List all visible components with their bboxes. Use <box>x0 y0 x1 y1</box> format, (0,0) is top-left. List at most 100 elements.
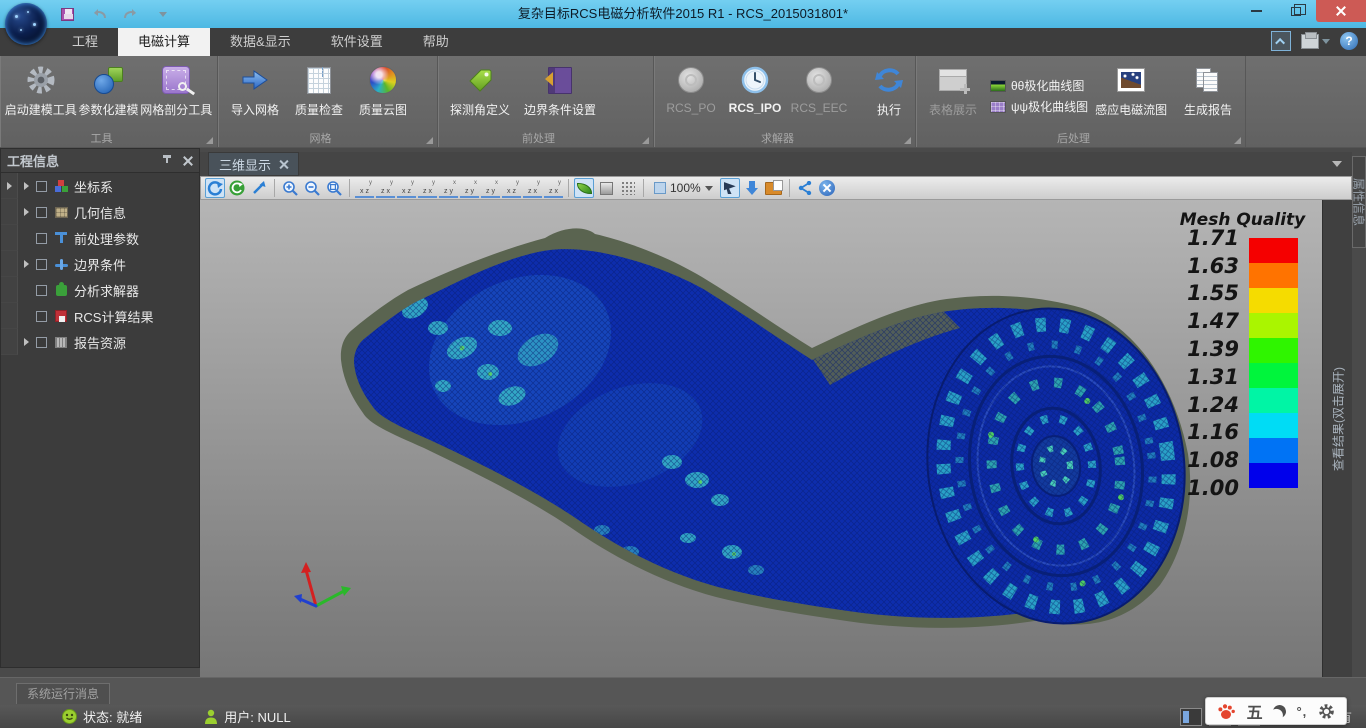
divider <box>274 179 275 197</box>
share-view-button[interactable] <box>795 178 815 198</box>
tab-help[interactable]: 帮助 <box>403 28 469 56</box>
viewport-3d[interactable]: Mesh Quality 1.71 1.63 1.55 1.47 1.39 1.… <box>200 200 1322 677</box>
probe-angle-define-button[interactable]: 探测角定义 <box>444 60 516 120</box>
induced-current-map-button[interactable]: 感应电磁流图 <box>1094 60 1168 120</box>
expand-icon[interactable] <box>24 208 29 216</box>
mesh-partition-tool-button[interactable]: 网格剖分工具 <box>142 60 212 120</box>
view-preset-4-button[interactable]: yz x <box>418 179 437 198</box>
expand-icon[interactable] <box>24 182 29 190</box>
tree-item-geometry-info[interactable]: 几何信息 <box>1 199 199 225</box>
checkbox[interactable] <box>36 259 47 270</box>
ime-logo-paw-icon[interactable] <box>1217 703 1236 720</box>
zoom-fit-button[interactable] <box>324 178 344 198</box>
view-preset-1-button[interactable]: yx z <box>355 179 374 198</box>
system-messages-tab[interactable]: 系统运行消息 <box>16 683 110 704</box>
drop-down-view-button[interactable] <box>742 178 762 198</box>
select-mode-button[interactable] <box>720 178 740 198</box>
checkbox[interactable] <box>36 181 47 192</box>
minimize-button[interactable] <box>1236 0 1276 22</box>
orbit-rotate-button[interactable] <box>205 178 225 198</box>
import-mesh-button[interactable]: 导入网格 <box>224 60 286 120</box>
view-preset-6-button[interactable]: xz y <box>460 179 479 198</box>
checkbox[interactable] <box>36 337 47 348</box>
view-preset-3-button[interactable]: yx z <box>397 179 416 198</box>
expand-icon[interactable] <box>24 338 29 346</box>
flat-view-button[interactable] <box>596 178 616 198</box>
dialog-launcher-icon[interactable] <box>1234 137 1241 144</box>
pan-zoom-button[interactable] <box>249 178 269 198</box>
zoom-level-select[interactable]: 100% <box>649 178 718 198</box>
tree-item-analysis-solver[interactable]: 分析求解器 <box>1 277 199 303</box>
group-label-mesh: 网格 <box>218 130 423 146</box>
zoom-out-button[interactable] <box>302 178 322 198</box>
tree-item-preprocess-params[interactable]: 前处理参数 <box>1 225 199 251</box>
restore-button[interactable] <box>1276 0 1316 22</box>
tree-item-report-resources[interactable]: 报告资源 <box>1 329 199 355</box>
dialog-launcher-icon[interactable] <box>904 137 911 144</box>
launch-modeling-tool-button[interactable]: 启动建模工具 <box>6 60 76 120</box>
close-button[interactable] <box>1316 0 1366 22</box>
dialog-launcher-icon[interactable] <box>642 137 649 144</box>
checkbox[interactable] <box>36 207 47 218</box>
close-icon[interactable] <box>183 156 193 166</box>
dialog-launcher-icon[interactable] <box>426 137 433 144</box>
checkbox[interactable] <box>36 311 47 322</box>
dialog-launcher-icon[interactable] <box>206 137 213 144</box>
ribbon-group-solver: RCS_PO RCS_IPO RCS_EEC 执行 求解器 <box>654 56 916 147</box>
generate-report-button[interactable]: 生成报告 <box>1177 60 1239 120</box>
layout-left-pane-button[interactable] <box>1180 708 1202 726</box>
expand-icon[interactable] <box>7 182 12 190</box>
help-button[interactable]: ? <box>1340 32 1358 50</box>
redo-button[interactable] <box>122 5 140 23</box>
property-info-tab[interactable]: 属性信息 <box>1352 156 1366 248</box>
pin-icon[interactable] <box>163 155 171 167</box>
zoom-in-button[interactable] <box>280 178 300 198</box>
tree-item-boundary-conditions[interactable]: 边界条件 <box>1 251 199 277</box>
view-preset-8-button[interactable]: yx z <box>502 179 521 198</box>
legend-value: 1.55 <box>1175 282 1239 304</box>
ime-mode-button[interactable]: 五 <box>1247 699 1263 723</box>
tab-3d-display[interactable]: 三维显示 <box>208 152 299 176</box>
ime-settings-gear-icon[interactable] <box>1318 703 1335 720</box>
checkbox[interactable] <box>36 233 47 244</box>
quick-access-dropdown[interactable] <box>154 5 172 23</box>
tab-list-dropdown-icon[interactable] <box>1332 161 1342 167</box>
close-view-button[interactable] <box>817 178 837 198</box>
checkbox[interactable] <box>36 285 47 296</box>
ime-fullwidth-moon-icon[interactable] <box>1272 703 1288 719</box>
close-tab-icon[interactable] <box>279 160 288 169</box>
spin-button[interactable] <box>227 178 247 198</box>
tab-data-display[interactable]: 数据&显示 <box>210 28 311 56</box>
quality-cloud-map-button[interactable]: 质量云图 <box>352 60 414 120</box>
view-preset-2-button[interactable]: yz x <box>376 179 395 198</box>
undo-button[interactable] <box>90 5 108 23</box>
style-switcher-button[interactable] <box>1301 34 1330 49</box>
status-indicator: 状态: 就绪 <box>62 707 142 726</box>
tab-project[interactable]: 工程 <box>52 28 118 56</box>
legend-swatch <box>1249 388 1298 413</box>
tab-em-compute[interactable]: 电磁计算 <box>118 28 210 56</box>
view-preset-10-button[interactable]: yz x <box>544 179 563 198</box>
results-side-tab[interactable]: 查看结果(双击展开) <box>1322 200 1352 677</box>
theta-polarization-curve-button[interactable]: θθ极化曲线图 <box>990 77 1088 94</box>
parametric-modeling-button[interactable]: 参数化建模 <box>78 60 140 120</box>
ime-punctuation-button[interactable]: °, <box>1296 704 1307 719</box>
tree-item-rcs-results[interactable]: RCS计算结果 <box>1 303 199 329</box>
psi-polarization-curve-button[interactable]: ψψ极化曲线图 <box>990 98 1088 115</box>
save-button[interactable] <box>58 5 76 23</box>
expand-icon[interactable] <box>24 260 29 268</box>
points-view-button[interactable] <box>618 178 638 198</box>
solver-rcs-ipo-button[interactable]: RCS_IPO <box>724 60 786 117</box>
boundary-condition-settings-button[interactable]: 边界条件设置 <box>518 60 602 120</box>
view-preset-5-button[interactable]: xz y <box>439 179 458 198</box>
view-preset-7-button[interactable]: xz y <box>481 179 500 198</box>
snapshot-button[interactable] <box>764 178 784 198</box>
tree-item-coordinate-system[interactable]: 坐标系 <box>1 173 199 199</box>
ribbon-group-mesh: 导入网格 质量检查 质量云图 网格 <box>218 56 438 147</box>
shaded-view-button[interactable] <box>574 178 594 198</box>
execute-button[interactable]: 执行 <box>858 60 920 120</box>
tab-software-settings[interactable]: 软件设置 <box>311 28 403 56</box>
collapse-ribbon-button[interactable] <box>1271 31 1291 51</box>
view-preset-9-button[interactable]: yz x <box>523 179 542 198</box>
quality-check-button[interactable]: 质量检查 <box>288 60 350 120</box>
